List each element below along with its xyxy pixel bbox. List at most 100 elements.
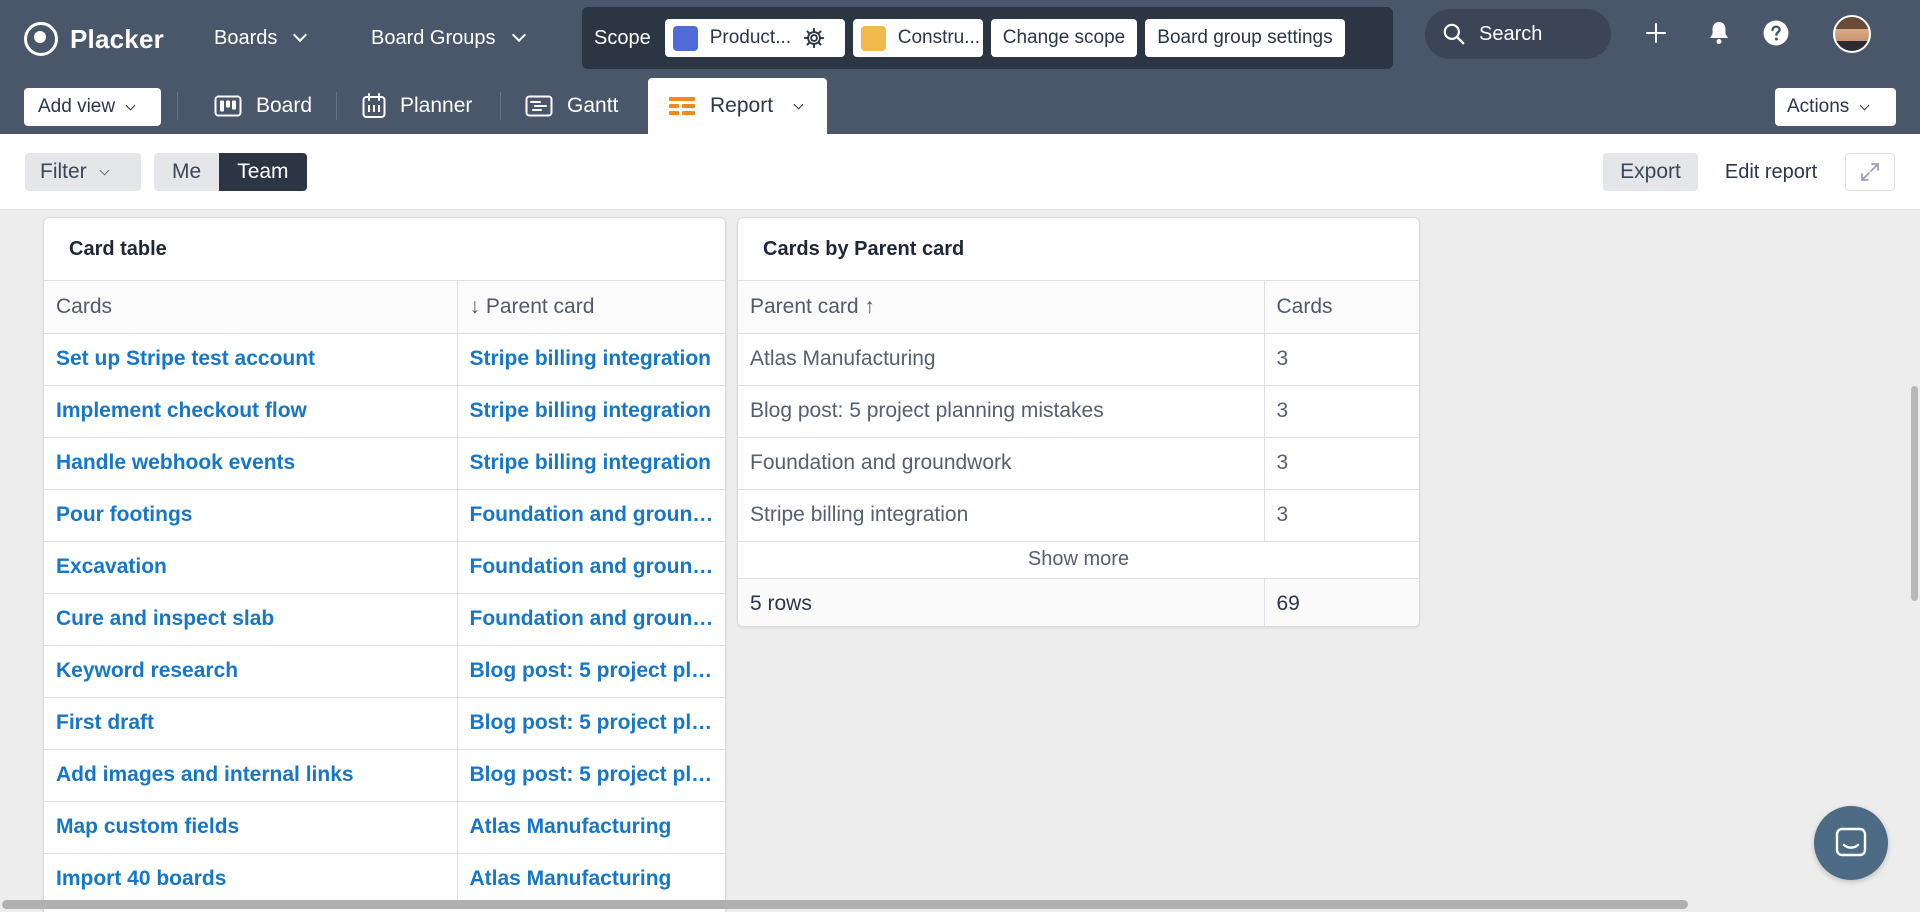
card-link[interactable]: First draft: [44, 697, 457, 750]
card-link[interactable]: Set up Stripe test account: [44, 333, 457, 386]
parent-card-link[interactable]: Stripe billing integration: [456, 437, 725, 490]
table-row: Pour footings Foundation and groundwork: [44, 489, 725, 542]
card-link[interactable]: Import 40 boards: [44, 853, 457, 906]
scope-bar: Scope Product... Constru... Change scope…: [582, 7, 1393, 69]
tab-board[interactable]: Board: [214, 78, 312, 134]
horizontal-scrollbar-thumb[interactable]: [2, 900, 1688, 909]
parent-card-cell: Atlas Manufacturing: [738, 333, 1264, 386]
board-icon: [214, 95, 242, 117]
table-row: Excavation Foundation and groundwork: [44, 541, 725, 594]
filter-button[interactable]: Filter: [25, 153, 141, 191]
me-team-toggle: Me Team: [154, 153, 307, 191]
gear-icon[interactable]: [803, 27, 825, 49]
card-count-cell: 3: [1263, 489, 1419, 542]
expand-icon: [1861, 163, 1879, 181]
export-button[interactable]: Export: [1603, 153, 1698, 191]
search-box[interactable]: Search: [1425, 9, 1611, 59]
board-groups-menu[interactable]: Board Groups: [371, 18, 526, 58]
parent-card-link[interactable]: Blog post: 5 project planning mistakes: [456, 697, 725, 750]
card-link[interactable]: Pour footings: [44, 489, 457, 542]
chevron-down-icon: [1859, 100, 1870, 110]
actions-label: Actions: [1787, 96, 1850, 117]
card-table: Cards ↓ Parent card Set up Stripe test a…: [44, 281, 725, 906]
card-link[interactable]: Add images and internal links: [44, 749, 457, 802]
cards-by-parent-widget: Cards by Parent card Parent card ↑ Cards…: [737, 217, 1420, 627]
parent-card-link[interactable]: Stripe billing integration: [456, 333, 725, 386]
board-color-swatch: [672, 25, 698, 51]
divider: [177, 92, 178, 120]
search-icon: [1443, 23, 1465, 45]
report-icon: [669, 97, 695, 115]
card-count-cell: 3: [1263, 333, 1419, 386]
card-link[interactable]: Cure and inspect slab: [44, 593, 457, 646]
table-row: First draftBlog post: 5 project planning…: [44, 697, 725, 750]
table-row: Handle webhook events Stripe billing inte…: [44, 437, 725, 490]
tab-gantt-label: Gantt: [567, 94, 619, 117]
calendar-icon: [362, 93, 386, 118]
tab-report[interactable]: Report: [648, 78, 827, 134]
tab-report-label: Report: [710, 94, 774, 117]
scope-chip-construction[interactable]: Constru...: [852, 19, 983, 57]
widget-title: Cards by Parent card: [738, 218, 1419, 281]
parent-card-link[interactable]: Stripe billing integration: [456, 385, 725, 438]
add-view-button[interactable]: Add view: [24, 88, 161, 126]
parent-card-link[interactable]: Blog post: 5 project planning mistakes: [456, 645, 725, 698]
scope-chip-label: Product...: [709, 27, 792, 48]
show-more-button[interactable]: Show more: [738, 542, 1419, 579]
chevron-down-icon[interactable]: [793, 99, 804, 109]
chat-launcher[interactable]: [1814, 806, 1888, 880]
card-table-widget: Card table Cards ↓ Parent card Set up St…: [43, 217, 726, 912]
change-scope-button[interactable]: Change scope: [990, 19, 1138, 57]
team-toggle[interactable]: Team: [219, 153, 307, 191]
bell-icon[interactable]: [1702, 16, 1736, 50]
total-count: 69: [1263, 578, 1419, 626]
search-placeholder: Search: [1479, 22, 1543, 45]
parent-card-link[interactable]: Atlas Manufacturing: [456, 801, 725, 854]
card-link[interactable]: Handle webhook events: [44, 437, 457, 490]
top-bar: Placker Boards Board Groups Scope Produc…: [0, 0, 1920, 78]
parent-card-link[interactable]: Atlas Manufacturing: [456, 853, 725, 906]
app-logo[interactable]: Placker: [24, 22, 192, 56]
help-icon[interactable]: [1759, 16, 1793, 50]
summary-row: 5 rows 69: [738, 578, 1419, 626]
parent-card-link[interactable]: Foundation and groundwork: [456, 489, 725, 542]
chevron-down-icon: [99, 165, 110, 175]
table-row: Import 40 boards Atlas Manufacturing: [44, 853, 725, 906]
parent-card-link[interactable]: Blog post: 5 project planning mistakes: [456, 749, 725, 802]
table-row: Set up Stripe test account Stripe billing…: [44, 333, 725, 386]
actions-button[interactable]: Actions: [1775, 88, 1896, 126]
add-icon[interactable]: [1639, 16, 1673, 50]
card-link[interactable]: Map custom fields: [44, 801, 457, 854]
divider: [336, 92, 337, 120]
column-header-parent-card[interactable]: Parent card ↑: [738, 281, 1264, 334]
tab-gantt[interactable]: Gantt: [525, 78, 618, 134]
table-row: Keyword research Blog post: 5 project pla…: [44, 645, 725, 698]
table-row: Blog post: 5 project planning mistakes 3: [738, 385, 1419, 438]
table-header-row: Parent card ↑ Cards: [738, 281, 1419, 334]
board-groups-menu-label: Board Groups: [371, 26, 496, 49]
chat-icon: [1835, 827, 1867, 857]
card-link[interactable]: Implement checkout flow: [44, 385, 457, 438]
chevron-down-icon: [293, 27, 308, 43]
me-toggle[interactable]: Me: [154, 153, 220, 191]
table-row: Implement checkout flow Stripe billing in…: [44, 385, 725, 438]
user-avatar[interactable]: [1833, 15, 1871, 53]
scope-chip-label: Constru...: [897, 27, 981, 48]
chevron-down-icon: [511, 27, 526, 43]
vertical-scrollbar-thumb[interactable]: [1911, 386, 1918, 601]
expand-button[interactable]: [1845, 153, 1895, 191]
column-header-cards[interactable]: Cards: [44, 281, 457, 334]
scope-chip-product[interactable]: Product...: [664, 19, 845, 57]
card-link[interactable]: Excavation: [44, 541, 457, 594]
board-color-swatch: [860, 25, 886, 51]
parent-card-link[interactable]: Foundation and groundwork: [456, 593, 725, 646]
tab-planner[interactable]: Planner: [362, 78, 472, 134]
boards-menu[interactable]: Boards: [214, 18, 308, 58]
column-header-cards[interactable]: Cards: [1263, 281, 1419, 334]
parent-card-link[interactable]: Foundation and groundwork: [456, 541, 725, 594]
edit-report-button[interactable]: Edit report: [1710, 153, 1832, 191]
card-link[interactable]: Keyword research: [44, 645, 457, 698]
widget-title: Card table: [44, 218, 725, 281]
board-group-settings-button[interactable]: Board group settings: [1145, 19, 1345, 57]
column-header-parent-card[interactable]: ↓ Parent card: [456, 281, 725, 334]
